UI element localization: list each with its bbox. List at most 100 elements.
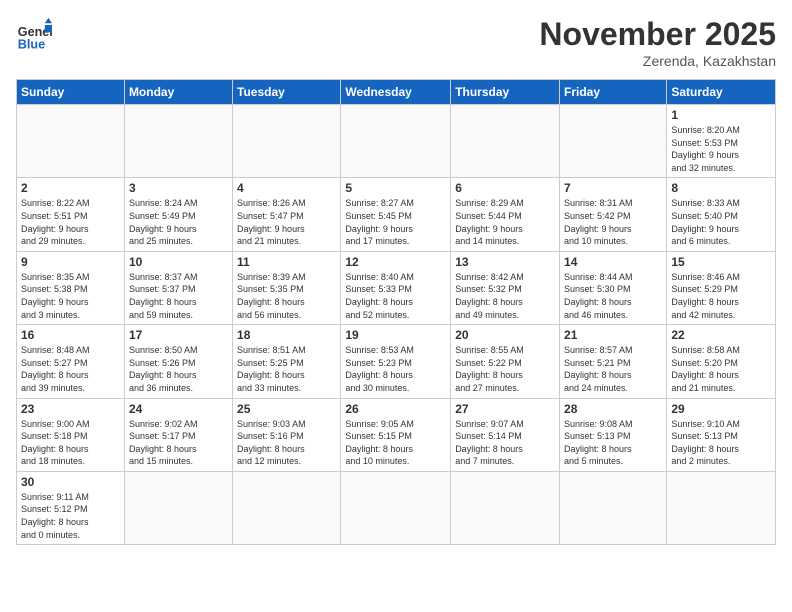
table-row: 19 Sunrise: 8:53 AM Sunset: 5:23 PM Dayli… xyxy=(341,325,451,398)
calendar-table: Sunday Monday Tuesday Wednesday Thursday… xyxy=(16,79,776,545)
day-info: Sunrise: 9:02 AM Sunset: 5:17 PM Dayligh… xyxy=(129,418,228,468)
table-row: 6 Sunrise: 8:29 AM Sunset: 5:44 PM Daylig… xyxy=(451,178,560,251)
table-row: 22Sunrise: 8:58 AM Sunset: 5:20 PM Dayli… xyxy=(667,325,776,398)
day-info: Sunrise: 9:07 AM Sunset: 5:14 PM Dayligh… xyxy=(455,418,555,468)
day-number: 7 xyxy=(564,181,662,195)
table-row xyxy=(451,471,560,544)
table-row xyxy=(560,105,667,178)
day-info: Sunrise: 8:44 AM Sunset: 5:30 PM Dayligh… xyxy=(564,271,662,321)
day-number: 6 xyxy=(455,181,555,195)
table-row xyxy=(341,105,451,178)
day-info: Sunrise: 8:29 AM Sunset: 5:44 PM Dayligh… xyxy=(455,197,555,247)
table-row: 14Sunrise: 8:44 AM Sunset: 5:30 PM Dayli… xyxy=(560,251,667,324)
header-sunday: Sunday xyxy=(17,80,125,105)
table-row: 1 Sunrise: 8:20 AM Sunset: 5:53 PM Daylig… xyxy=(667,105,776,178)
day-info: Sunrise: 9:10 AM Sunset: 5:13 PM Dayligh… xyxy=(671,418,771,468)
table-row: 23Sunrise: 9:00 AM Sunset: 5:18 PM Dayli… xyxy=(17,398,125,471)
day-number: 19 xyxy=(345,328,446,342)
day-number: 13 xyxy=(455,255,555,269)
day-info: Sunrise: 8:33 AM Sunset: 5:40 PM Dayligh… xyxy=(671,197,771,247)
day-number: 3 xyxy=(129,181,228,195)
day-info: Sunrise: 8:39 AM Sunset: 5:35 PM Dayligh… xyxy=(237,271,336,321)
day-number: 15 xyxy=(671,255,771,269)
day-number: 27 xyxy=(455,402,555,416)
table-row: 26 Sunrise: 9:05 AM Sunset: 5:15 PM Dayli… xyxy=(341,398,451,471)
day-number: 12 xyxy=(345,255,446,269)
day-info: Sunrise: 8:57 AM Sunset: 5:21 PM Dayligh… xyxy=(564,344,662,394)
table-row xyxy=(124,471,232,544)
table-row: 27 Sunrise: 9:07 AM Sunset: 5:14 PM Dayli… xyxy=(451,398,560,471)
table-row xyxy=(233,105,341,178)
table-row: 20 Sunrise: 8:55 AM Sunset: 5:22 PM Dayli… xyxy=(451,325,560,398)
day-info: Sunrise: 8:40 AM Sunset: 5:33 PM Dayligh… xyxy=(345,271,446,321)
day-info: Sunrise: 8:20 AM Sunset: 5:53 PM Dayligh… xyxy=(671,124,771,174)
day-number: 17 xyxy=(129,328,228,342)
logo-icon: General Blue xyxy=(16,16,52,52)
table-row: 2Sunrise: 8:22 AM Sunset: 5:51 PM Daylig… xyxy=(17,178,125,251)
day-info: Sunrise: 8:46 AM Sunset: 5:29 PM Dayligh… xyxy=(671,271,771,321)
table-row: 3 Sunrise: 8:24 AM Sunset: 5:49 PM Daylig… xyxy=(124,178,232,251)
day-info: Sunrise: 8:35 AM Sunset: 5:38 PM Dayligh… xyxy=(21,271,120,321)
header-tuesday: Tuesday xyxy=(233,80,341,105)
day-number: 22 xyxy=(671,328,771,342)
day-info: Sunrise: 8:55 AM Sunset: 5:22 PM Dayligh… xyxy=(455,344,555,394)
table-row: 28 Sunrise: 9:08 AM Sunset: 5:13 PM Dayli… xyxy=(560,398,667,471)
table-row xyxy=(124,105,232,178)
day-info: Sunrise: 8:50 AM Sunset: 5:26 PM Dayligh… xyxy=(129,344,228,394)
table-row: 17 Sunrise: 8:50 AM Sunset: 5:26 PM Dayli… xyxy=(124,325,232,398)
day-number: 29 xyxy=(671,402,771,416)
month-title: November 2025 xyxy=(539,16,776,53)
day-info: Sunrise: 9:05 AM Sunset: 5:15 PM Dayligh… xyxy=(345,418,446,468)
calendar-header: Sunday Monday Tuesday Wednesday Thursday… xyxy=(17,80,776,105)
table-row xyxy=(451,105,560,178)
header-wednesday: Wednesday xyxy=(341,80,451,105)
day-info: Sunrise: 8:51 AM Sunset: 5:25 PM Dayligh… xyxy=(237,344,336,394)
table-row: 8 Sunrise: 8:33 AM Sunset: 5:40 PM Daylig… xyxy=(667,178,776,251)
day-number: 5 xyxy=(345,181,446,195)
table-row xyxy=(341,471,451,544)
calendar-body: 1 Sunrise: 8:20 AM Sunset: 5:53 PM Daylig… xyxy=(17,105,776,545)
location-subtitle: Zerenda, Kazakhstan xyxy=(539,53,776,69)
table-row: 12 Sunrise: 8:40 AM Sunset: 5:33 PM Dayli… xyxy=(341,251,451,324)
day-number: 20 xyxy=(455,328,555,342)
day-info: Sunrise: 8:48 AM Sunset: 5:27 PM Dayligh… xyxy=(21,344,120,394)
day-info: Sunrise: 8:42 AM Sunset: 5:32 PM Dayligh… xyxy=(455,271,555,321)
table-row: 10Sunrise: 8:37 AM Sunset: 5:37 PM Dayli… xyxy=(124,251,232,324)
day-number: 23 xyxy=(21,402,120,416)
title-block: November 2025 Zerenda, Kazakhstan xyxy=(539,16,776,69)
day-number: 30 xyxy=(21,475,120,489)
day-info: Sunrise: 9:08 AM Sunset: 5:13 PM Dayligh… xyxy=(564,418,662,468)
day-number: 8 xyxy=(671,181,771,195)
header-monday: Monday xyxy=(124,80,232,105)
day-info: Sunrise: 8:26 AM Sunset: 5:47 PM Dayligh… xyxy=(237,197,336,247)
day-info: Sunrise: 8:24 AM Sunset: 5:49 PM Dayligh… xyxy=(129,197,228,247)
table-row: 25Sunrise: 9:03 AM Sunset: 5:16 PM Dayli… xyxy=(233,398,341,471)
day-number: 4 xyxy=(237,181,336,195)
table-row: 4 Sunrise: 8:26 AM Sunset: 5:47 PM Daylig… xyxy=(233,178,341,251)
table-row: 21 Sunrise: 8:57 AM Sunset: 5:21 PM Dayli… xyxy=(560,325,667,398)
day-number: 11 xyxy=(237,255,336,269)
table-row: 13 Sunrise: 8:42 AM Sunset: 5:32 PM Dayli… xyxy=(451,251,560,324)
table-row: 24Sunrise: 9:02 AM Sunset: 5:17 PM Dayli… xyxy=(124,398,232,471)
logo: General Blue xyxy=(16,16,52,52)
header-saturday: Saturday xyxy=(667,80,776,105)
table-row: 9Sunrise: 8:35 AM Sunset: 5:38 PM Daylig… xyxy=(17,251,125,324)
day-number: 26 xyxy=(345,402,446,416)
table-row: 15 Sunrise: 8:46 AM Sunset: 5:29 PM Dayli… xyxy=(667,251,776,324)
table-row xyxy=(560,471,667,544)
day-number: 28 xyxy=(564,402,662,416)
day-info: Sunrise: 8:53 AM Sunset: 5:23 PM Dayligh… xyxy=(345,344,446,394)
table-row xyxy=(667,471,776,544)
day-number: 1 xyxy=(671,108,771,122)
table-row xyxy=(17,105,125,178)
header-thursday: Thursday xyxy=(451,80,560,105)
day-number: 21 xyxy=(564,328,662,342)
day-info: Sunrise: 8:27 AM Sunset: 5:45 PM Dayligh… xyxy=(345,197,446,247)
day-number: 25 xyxy=(237,402,336,416)
table-row: 16Sunrise: 8:48 AM Sunset: 5:27 PM Dayli… xyxy=(17,325,125,398)
day-number: 18 xyxy=(237,328,336,342)
table-row: 30 Sunrise: 9:11 AM Sunset: 5:12 PM Dayli… xyxy=(17,471,125,544)
day-info: Sunrise: 9:11 AM Sunset: 5:12 PM Dayligh… xyxy=(21,491,120,541)
day-number: 2 xyxy=(21,181,120,195)
day-info: Sunrise: 8:31 AM Sunset: 5:42 PM Dayligh… xyxy=(564,197,662,247)
